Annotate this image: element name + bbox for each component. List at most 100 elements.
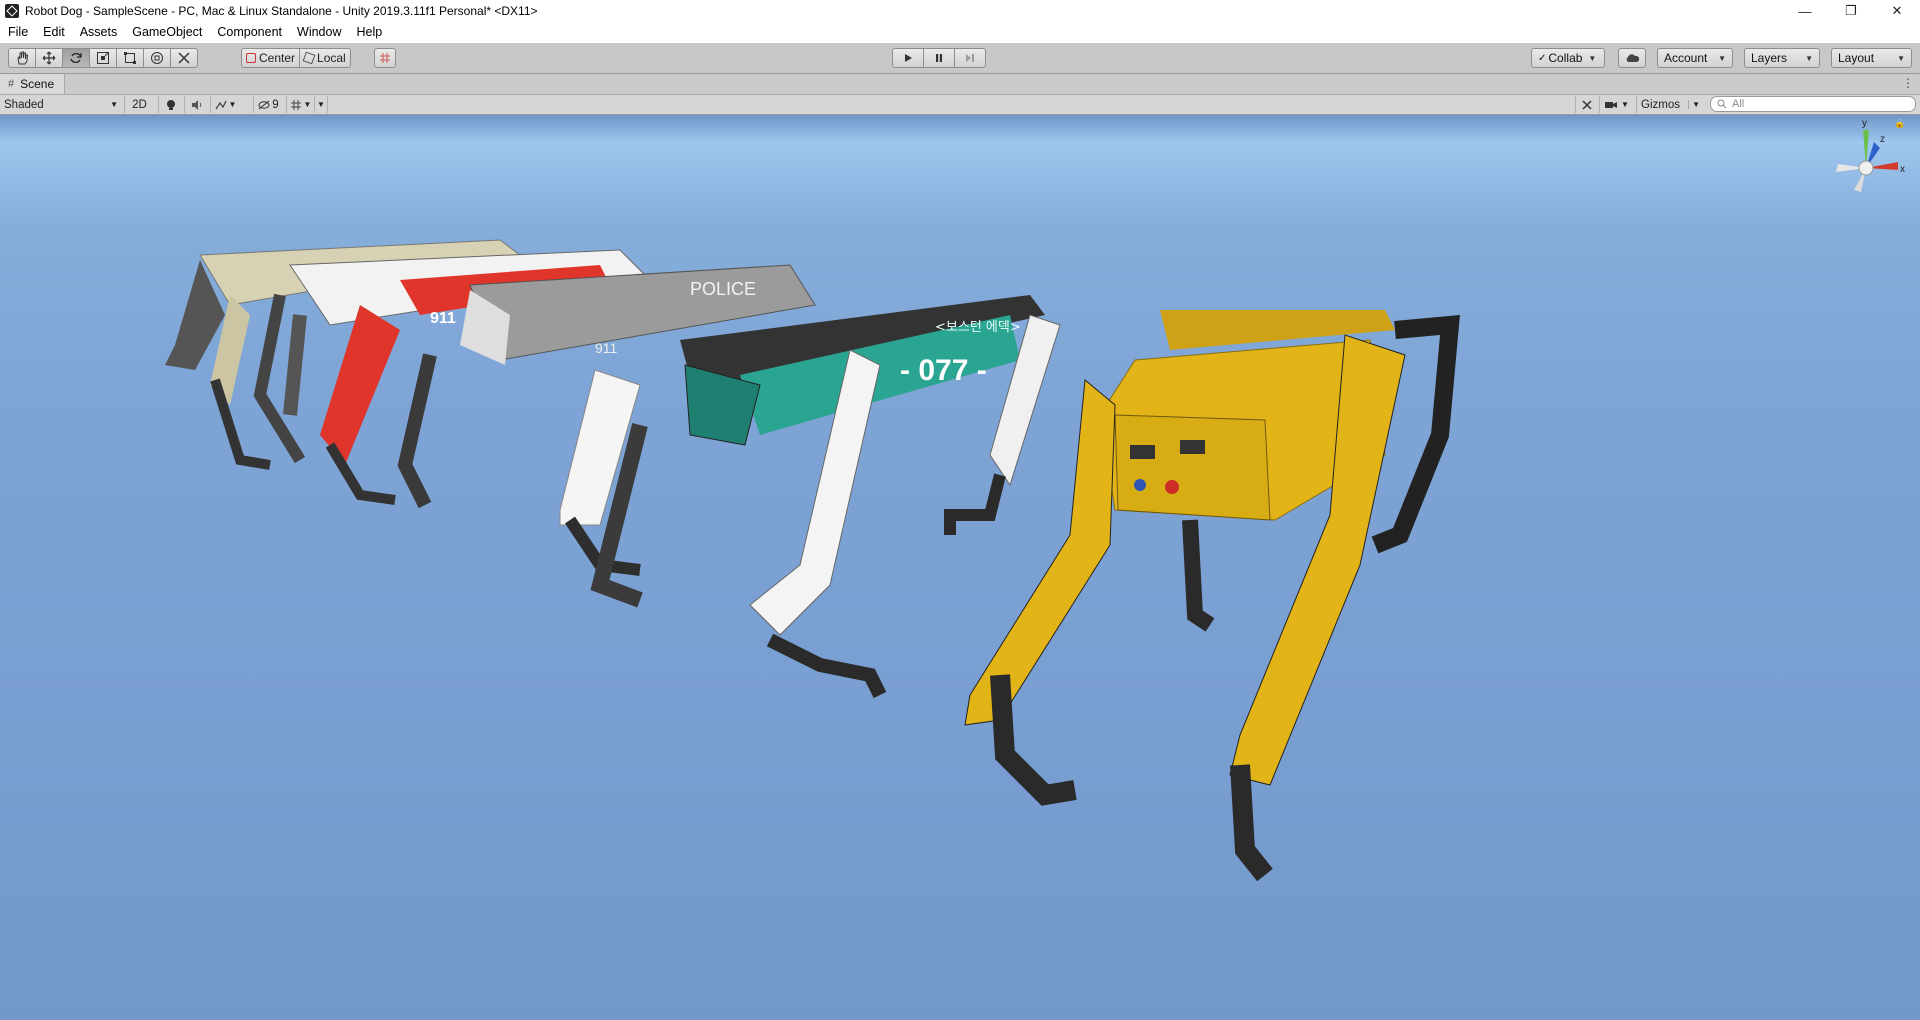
pause-button[interactable] bbox=[923, 48, 955, 68]
grid-snap-button[interactable] bbox=[374, 48, 396, 68]
robot-stop-button bbox=[1165, 480, 1179, 494]
chevron-down-icon: ▼ bbox=[1805, 53, 1813, 63]
camera-icon bbox=[1605, 101, 1618, 108]
axis-x-label: x bbox=[1900, 164, 1905, 175]
hand-icon bbox=[17, 51, 29, 65]
local-space-icon bbox=[302, 51, 316, 65]
play-button[interactable] bbox=[892, 48, 924, 68]
scene-tools-button[interactable] bbox=[1575, 96, 1597, 113]
gizmos-dropdown[interactable]: Gizmos ▼ bbox=[1636, 96, 1704, 113]
play-icon bbox=[905, 54, 912, 62]
transform-tools bbox=[8, 48, 198, 68]
layout-dropdown[interactable]: Layout ▼ bbox=[1831, 48, 1912, 68]
step-button[interactable] bbox=[954, 48, 986, 68]
window-controls: — ❐ ✕ bbox=[1782, 0, 1920, 22]
cloud-icon bbox=[1626, 54, 1639, 62]
axis-gizmo-icon bbox=[1836, 130, 1898, 192]
tab-scene[interactable]: # Scene bbox=[0, 74, 66, 94]
scene-render[interactable]: 911 POLICE 911 - 077 - <보스턴 에덱> bbox=[0, 115, 1920, 1020]
scale-icon bbox=[97, 52, 109, 64]
main-toolbar: Center Local ✓ Collab ▼ Account ▼ Layers… bbox=[0, 43, 1920, 74]
grid-dropdown[interactable]: ▼ bbox=[286, 96, 314, 113]
account-dropdown[interactable]: Account ▼ bbox=[1657, 48, 1733, 68]
hidden-objects-toggle[interactable]: 9 bbox=[253, 96, 283, 113]
lock-icon[interactable]: 🔒 bbox=[1894, 118, 1905, 129]
robot-dog-teal[interactable]: - 077 - <보스턴 에덱> bbox=[590, 295, 1061, 699]
pivot-rotation-button[interactable]: Local bbox=[299, 48, 351, 68]
draw-mode-dropdown[interactable]: Shaded ▼ bbox=[0, 96, 122, 113]
toggle-2d-button[interactable]: 2D bbox=[124, 96, 154, 113]
collab-label: Collab bbox=[1548, 51, 1583, 65]
robot-camera-port bbox=[1130, 445, 1155, 459]
collab-check-icon: ✓ bbox=[1538, 52, 1547, 64]
hidden-count: 9 bbox=[272, 98, 279, 111]
pivot-center-icon bbox=[246, 53, 256, 63]
pivot-mode-button[interactable]: Center bbox=[241, 48, 301, 68]
maximize-button[interactable]: ❐ bbox=[1828, 0, 1874, 22]
snap-tools bbox=[374, 48, 396, 68]
eye-hidden-icon bbox=[258, 100, 270, 109]
custom-tool-button[interactable] bbox=[170, 48, 198, 68]
move-icon bbox=[42, 51, 56, 65]
chevron-down-icon: ▼ bbox=[228, 100, 237, 109]
menu-help[interactable]: Help bbox=[348, 22, 389, 43]
grid-icon bbox=[290, 99, 301, 110]
search-placeholder: All bbox=[1732, 98, 1745, 110]
lighting-toggle[interactable] bbox=[158, 96, 182, 113]
menu-gameobject[interactable]: GameObject bbox=[124, 22, 209, 43]
pivot-mode-label: Center bbox=[259, 51, 296, 65]
wrench-icon bbox=[1581, 99, 1592, 110]
minimize-button[interactable]: — bbox=[1782, 0, 1828, 22]
camera-dropdown[interactable]: ▼ bbox=[1599, 96, 1633, 113]
menu-component[interactable]: Component bbox=[209, 22, 289, 43]
scene-search-input[interactable]: All bbox=[1710, 96, 1916, 112]
scene-gizmo[interactable]: y z x 🔒 bbox=[1826, 118, 1906, 210]
grid-snap-icon bbox=[380, 53, 390, 63]
scene-tab-row: # Scene ⋮ bbox=[0, 74, 1920, 95]
menu-assets[interactable]: Assets bbox=[72, 22, 125, 43]
decal-911-police: 911 bbox=[595, 340, 618, 356]
decal-911-red: 911 bbox=[430, 310, 456, 327]
axis-y-label: y bbox=[1862, 118, 1867, 129]
layout-label: Layout bbox=[1838, 51, 1875, 65]
speaker-icon bbox=[191, 99, 201, 110]
account-label: Account bbox=[1664, 51, 1708, 65]
collab-dropdown[interactable]: ✓ Collab ▼ bbox=[1531, 48, 1605, 68]
menu-edit[interactable]: Edit bbox=[35, 22, 72, 43]
effects-dropdown[interactable]: ▼ bbox=[210, 96, 240, 113]
transform-tool-button[interactable] bbox=[143, 48, 171, 68]
gizmos-label: Gizmos bbox=[1641, 98, 1680, 111]
tab-menu-icon[interactable]: ⋮ bbox=[1902, 76, 1914, 90]
chevron-down-icon: ▼ bbox=[303, 100, 312, 109]
audio-toggle[interactable] bbox=[184, 96, 208, 113]
close-button[interactable]: ✕ bbox=[1874, 0, 1920, 22]
wrench-icon bbox=[178, 52, 190, 64]
robot-power-button bbox=[1134, 479, 1146, 491]
axis-z-label: z bbox=[1880, 134, 1885, 145]
menu-window[interactable]: Window bbox=[289, 22, 348, 43]
play-controls bbox=[892, 48, 986, 68]
window-title: Robot Dog - SampleScene - PC, Mac & Linu… bbox=[25, 4, 538, 18]
rotate-tool-button[interactable] bbox=[62, 48, 90, 68]
menu-file[interactable]: File bbox=[0, 22, 35, 43]
rotate-icon bbox=[70, 52, 82, 64]
scene-tab-label: Scene bbox=[20, 77, 55, 91]
layers-dropdown[interactable]: Layers ▼ bbox=[1744, 48, 1820, 68]
scale-tool-button[interactable] bbox=[89, 48, 117, 68]
layers-label: Layers bbox=[1751, 51, 1788, 65]
hand-tool-button[interactable] bbox=[8, 48, 36, 68]
chevron-down-icon: ▼ bbox=[1688, 100, 1700, 109]
decal-korean: <보스턴 에덱> bbox=[935, 320, 1021, 335]
scene-viewport[interactable]: 911 POLICE 911 - 077 - <보스턴 에덱> y z x 🔒 bbox=[0, 115, 1920, 1020]
search-icon bbox=[1717, 99, 1727, 109]
rect-tool-button[interactable] bbox=[116, 48, 144, 68]
chevron-down-icon: ▼ bbox=[1588, 53, 1597, 63]
grid-options-button[interactable]: ▼ bbox=[314, 96, 328, 113]
draw-mode-label: Shaded bbox=[4, 98, 44, 111]
decal-police: POLICE bbox=[690, 279, 756, 299]
pivot-rotation-label: Local bbox=[317, 51, 346, 65]
unity-logo-icon bbox=[5, 4, 19, 18]
move-tool-button[interactable] bbox=[35, 48, 63, 68]
scene-toolbar: Shaded ▼ 2D ▼ 9 ▼ ▼ ▼ Gizmos ▼ All bbox=[0, 95, 1920, 115]
cloud-button[interactable] bbox=[1618, 48, 1646, 68]
